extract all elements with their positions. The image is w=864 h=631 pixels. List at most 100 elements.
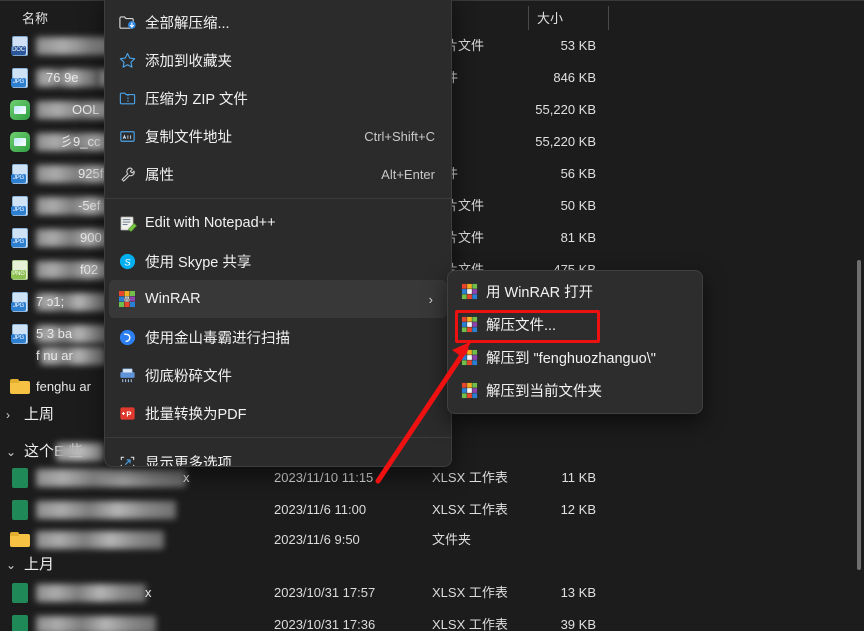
svg-text:W: W	[124, 297, 130, 303]
submenu-item-label: 解压到当前文件夹	[486, 384, 602, 400]
chevron-down-icon[interactable]: ⌄	[6, 445, 18, 459]
menu-item-copy-path[interactable]: 复制文件地址 Ctrl+Shift+C	[109, 117, 447, 155]
folder-icon	[10, 532, 30, 547]
file-name-fragment: 7 ɔ1;	[36, 294, 65, 309]
menu-item-label: 使用金山毒霸进行扫描	[145, 330, 290, 347]
file-name-suffix: x	[183, 470, 190, 485]
xls-file-icon	[10, 468, 30, 488]
submenu-item-extract-files[interactable]: 解压文件...	[452, 308, 698, 341]
table-row[interactable]: 2023/11/6 11:00 XLSX 工作表 12 KB	[0, 494, 864, 526]
menu-item-label: 彻底粉碎文件	[145, 368, 232, 385]
menu-item-winrar[interactable]: W WinRAR ›	[109, 280, 447, 318]
file-name-fragment: f02	[80, 262, 99, 277]
svg-text:S: S	[124, 257, 131, 268]
column-divider-2[interactable]	[608, 6, 609, 30]
table-row[interactable]: 2023/10/31 17:36 XLSX 工作表 39 KB	[0, 609, 864, 631]
file-date: 2023/10/31 17:36	[274, 617, 376, 631]
explorer-window: 名称 大小 DOC 图片文件 53 KB JPG 76 9e 文件 846 KB…	[0, 0, 864, 631]
menu-separator	[105, 437, 451, 438]
extract-all-icon	[109, 13, 145, 32]
column-header-size[interactable]: 大小	[537, 6, 563, 32]
menu-item-shred-file[interactable]: 彻底粉碎文件	[109, 356, 447, 394]
file-name-fragment: f nu ar	[36, 348, 73, 363]
menu-item-label: 批量转换为PDF	[145, 406, 247, 423]
group-header-last-month[interactable]: ⌄ 上月	[0, 550, 864, 580]
winrar-icon	[452, 382, 486, 399]
doc-file-icon: DOC	[10, 36, 30, 56]
menu-item-label: 显示更多选项	[145, 455, 232, 467]
xls-file-icon	[10, 583, 30, 603]
jpg-file-icon: JPG	[10, 164, 30, 184]
submenu-item-label: 解压到 "fenghuozhanguo\"	[486, 351, 656, 367]
file-size: 39 KB	[560, 617, 596, 631]
vertical-scrollbar[interactable]	[857, 260, 861, 570]
shredder-icon	[109, 366, 145, 385]
winrar-icon: W	[109, 290, 145, 308]
submenu-item-extract-here[interactable]: 解压到当前文件夹	[452, 374, 698, 407]
xls-file-icon	[10, 615, 30, 631]
menu-item-compress-zip[interactable]: 压缩为 ZIP 文件	[109, 79, 447, 117]
menu-item-label: 全部解压缩...	[145, 15, 230, 32]
copy-path-icon	[109, 127, 145, 146]
chevron-down-icon[interactable]: ⌄	[6, 558, 18, 572]
zip-folder-icon	[109, 89, 145, 108]
file-name-fragment: OOL	[72, 102, 100, 117]
winrar-submenu: 用 WinRAR 打开 解压文件... 解压到 "fenghuozhanguo\…	[447, 270, 703, 414]
column-divider-1[interactable]	[528, 6, 529, 30]
file-type: 文件夹	[432, 532, 472, 547]
menu-item-share-skype[interactable]: S 使用 Skype 共享	[109, 242, 447, 280]
group-label-redacted	[56, 443, 104, 461]
submenu-item-extract-to-named-folder[interactable]: 解压到 "fenghuozhanguo\"	[452, 341, 698, 374]
menu-item-batch-convert-pdf[interactable]: P 批量转换为PDF	[109, 394, 447, 432]
menu-item-add-to-favorites[interactable]: 添加到收藏夹	[109, 41, 447, 79]
submenu-item-label: 解压文件...	[486, 318, 557, 334]
file-date: 2023/11/6 9:50	[274, 532, 360, 547]
notepadpp-icon	[109, 214, 145, 233]
chevron-right-icon[interactable]: ›	[6, 408, 18, 422]
image-file-icon	[10, 100, 30, 120]
file-name-redacted	[36, 584, 146, 602]
file-date: 2023/11/10 11:15	[274, 470, 374, 485]
submenu-item-open-with-winrar[interactable]: 用 WinRAR 打开	[452, 275, 698, 308]
file-name-fragment: 76 9e	[46, 70, 79, 85]
menu-item-properties[interactable]: 属性 Alt+Enter	[109, 155, 447, 193]
file-name-suffix: x	[145, 585, 152, 600]
file-date: 2023/11/6 11:00	[274, 502, 367, 517]
column-header-name[interactable]: 名称	[22, 6, 48, 32]
menu-item-label: 压缩为 ZIP 文件	[145, 91, 248, 108]
jpg-file-icon: JPG	[10, 228, 30, 248]
group-label: 上月	[24, 556, 55, 573]
chevron-right-icon: ›	[428, 291, 433, 307]
show-more-icon	[109, 453, 145, 466]
file-name-redacted	[36, 501, 176, 519]
file-name-fragment: fenghu ar	[36, 379, 91, 394]
menu-item-show-more-options[interactable]: 显示更多选项	[109, 443, 447, 467]
jpg-file-icon: JPG	[10, 196, 30, 216]
duba-icon	[109, 328, 145, 347]
file-name-redacted	[36, 469, 186, 487]
file-name-fragment: 925f	[78, 166, 104, 181]
skype-icon: S	[109, 252, 145, 271]
menu-item-extract-all[interactable]: 全部解压缩...	[109, 3, 447, 41]
file-date: 2023/10/31 17:57	[274, 585, 376, 600]
image-file-icon	[10, 132, 30, 152]
png-file-icon: PNG	[10, 260, 30, 280]
pdf-convert-icon: P	[109, 404, 145, 423]
submenu-item-label: 用 WinRAR 打开	[486, 285, 594, 301]
table-row[interactable]: x 2023/10/31 17:57 XLSX 工作表 13 KB	[0, 577, 864, 609]
star-icon	[109, 51, 145, 70]
file-name-redacted	[36, 531, 164, 549]
menu-item-edit-with-notepadpp[interactable]: Edit with Notepad++	[109, 204, 447, 242]
winrar-icon	[452, 316, 486, 333]
jpg-file-icon: JPG	[10, 68, 30, 88]
menu-item-shortcut: Alt+Enter	[381, 166, 435, 182]
menu-item-label: 使用 Skype 共享	[145, 254, 252, 271]
winrar-icon	[452, 349, 486, 366]
file-name-redacted	[36, 616, 156, 631]
file-name-fragment: -5ef	[78, 198, 101, 213]
file-size: 13 KB	[560, 585, 596, 600]
menu-item-scan-duba[interactable]: 使用金山毒霸进行扫描	[109, 318, 447, 356]
menu-item-label: Edit with Notepad++	[145, 215, 276, 231]
menu-item-label: WinRAR	[145, 291, 201, 307]
svg-text:P: P	[126, 409, 131, 418]
